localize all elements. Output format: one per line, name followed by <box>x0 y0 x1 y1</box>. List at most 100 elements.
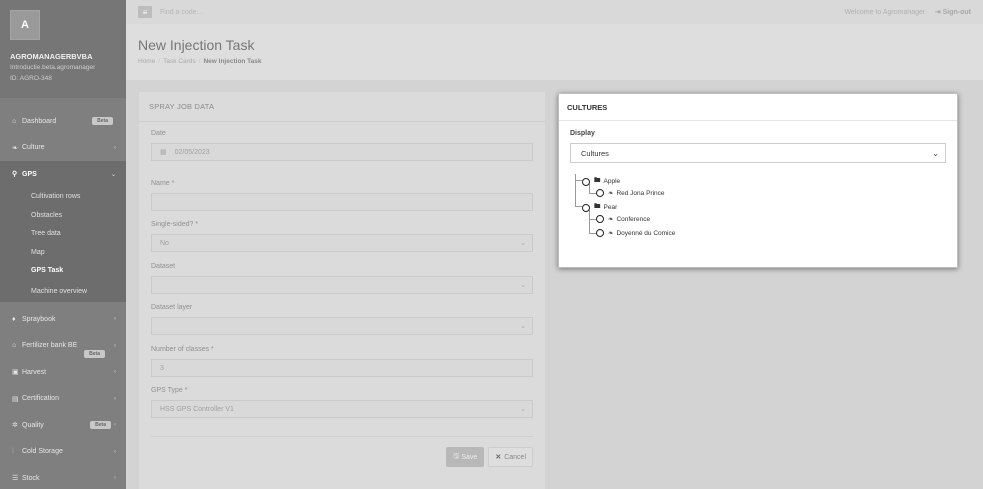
tree-node-label: Conference <box>616 215 651 223</box>
quality-icon: ✲ <box>12 422 18 430</box>
tree-node-label: Pear <box>603 204 618 211</box>
sidebar-nav: ⌂ Dashboard Beta ❧ Culture ‹ ⚲ GPS ⌄ Cul… <box>0 98 126 489</box>
tree-node-radio[interactable] <box>582 177 590 186</box>
sign-out-label: Sign-out <box>942 9 971 16</box>
company-name: AGROMANAGERBVBA <box>10 52 93 61</box>
gps-type-value: HSS GPS Controller V1 <box>160 405 234 413</box>
date-field: Date ▦ 02/05/2023 <box>151 130 533 161</box>
save-button[interactable]: 🖫 Save <box>446 447 485 467</box>
chevron-down-icon: ⌄ <box>520 323 526 330</box>
chevron-down-icon: ⌄ <box>520 282 526 289</box>
sidebar: A AGROMANAGERBVBA Introductie.beta.agrom… <box>0 0 126 489</box>
dataset-layer-field: Dataset layer ⌄ <box>151 304 533 335</box>
classes-input[interactable]: 3 <box>151 359 533 377</box>
name-field: Name * <box>151 180 533 211</box>
sidebar-subitem-cultivation-rows[interactable]: Cultivation rows <box>0 187 126 206</box>
sign-out-link[interactable]: ⇥ Sign-out <box>935 8 971 16</box>
tree-node-conference[interactable]: ❧ Conference <box>596 215 650 223</box>
search-input[interactable]: Find a code... <box>160 9 844 16</box>
sidebar-item-stock[interactable]: ☰ Stock ‹ <box>0 465 126 489</box>
tree-node-radio[interactable] <box>596 189 604 197</box>
sidebar-subitem-obstacles[interactable]: Obstacles <box>0 206 126 225</box>
sidebar-subitem-machine-overview[interactable]: Machine overview <box>0 280 126 302</box>
save-icon: 🖫 <box>453 452 460 460</box>
name-label: Name * <box>151 180 175 187</box>
classes-label: Number of classes * <box>151 346 214 353</box>
company-id: ID: AGRO-348 <box>10 75 52 82</box>
display-label: Display <box>570 130 595 137</box>
tree-node-radio[interactable] <box>596 229 604 237</box>
sidebar-subitem-gps-task[interactable]: GPS Task <box>0 261 126 280</box>
leaf-icon: ❧ <box>608 216 614 223</box>
tree-node-radio[interactable] <box>582 203 590 212</box>
sidebar-item-label: Cold Storage <box>22 448 63 456</box>
form-actions: 🖫 Save ✕ Cancel <box>446 447 533 467</box>
sidebar-item-harvest[interactable]: ▣ Harvest ‹ <box>0 359 126 386</box>
sidebar-item-label: Spraybook <box>22 315 56 323</box>
harvest-icon: ▣ <box>12 369 19 377</box>
cancel-button[interactable]: ✕ Cancel <box>488 447 533 467</box>
tree-node-label: Red Jona Prince <box>616 189 665 197</box>
map-marker-icon: ⚲ <box>12 171 18 179</box>
spray-job-card: SPRAY JOB DATA Date ▦ 02/05/2023 Name * … <box>139 92 545 489</box>
sidebar-item-dashboard[interactable]: ⌂ Dashboard Beta <box>0 108 126 135</box>
sidebar-item-label: Harvest <box>22 368 47 376</box>
gps-type-select[interactable]: HSS GPS Controller V1 ⌄ <box>151 400 533 418</box>
leaf-icon: ❧ <box>12 144 18 152</box>
tree-node-doyenne-du-comice[interactable]: ❧ Doyenné du Comice <box>596 229 675 237</box>
tree-node-pear[interactable]: 🖿 Pear <box>582 202 617 213</box>
dataset-layer-select[interactable]: ⌄ <box>151 317 533 335</box>
single-sided-select[interactable]: No ⌄ <box>151 234 533 252</box>
display-select[interactable]: Cultures ⌄ <box>570 143 946 163</box>
certificate-icon: ▤ <box>12 395 19 403</box>
sidebar-subitem-tree-data[interactable]: Tree data <box>0 224 126 243</box>
chevron-down-icon: ⌄ <box>520 406 526 413</box>
page-title: New Injection Task <box>138 37 255 53</box>
sidebar-item-certification[interactable]: ▤ Certification ‹ <box>0 386 126 413</box>
tree-node-radio[interactable] <box>596 215 604 223</box>
list-icon: ☰ <box>12 475 19 483</box>
date-value: 02/05/2023 <box>174 148 210 156</box>
sidebar-item-gps[interactable]: ⚲ GPS ⌄ <box>0 161 126 188</box>
tree-node-apple[interactable]: 🖿 Apple <box>582 176 620 187</box>
leaf-icon: ❧ <box>608 230 614 237</box>
dataset-select[interactable]: ⌄ <box>151 276 533 294</box>
close-icon: ✕ <box>495 454 502 461</box>
calendar-icon: ▦ <box>160 149 167 156</box>
form-divider <box>151 436 533 437</box>
tree-node-label: Apple <box>603 178 621 185</box>
cultures-title: CULTURES <box>559 94 957 121</box>
date-input[interactable]: ▦ 02/05/2023 <box>151 143 533 161</box>
sidebar-item-label: GPS <box>22 170 37 178</box>
sidebar-item-culture[interactable]: ❧ Culture ‹ <box>0 135 126 162</box>
chevron-left-icon: ‹ <box>114 422 116 429</box>
name-input[interactable] <box>151 193 533 211</box>
home-icon: ⌂ <box>12 117 17 125</box>
chevron-left-icon: ‹ <box>114 448 116 455</box>
dataset-field: Dataset ⌄ <box>151 263 533 294</box>
breadcrumb-home[interactable]: Home <box>138 58 155 65</box>
breadcrumb-task-cards[interactable]: Task Cards <box>163 58 196 65</box>
thermometer-icon: ⫶ <box>12 447 14 455</box>
gps-type-label: GPS Type * <box>151 387 188 394</box>
save-label: Save <box>461 453 478 461</box>
sidebar-item-spraybook[interactable]: ♦ Spraybook ‹ <box>0 306 126 333</box>
avatar[interactable]: A <box>10 10 40 40</box>
hamburger-menu-button[interactable]: ≡ <box>138 6 152 18</box>
gps-type-field: GPS Type * HSS GPS Controller V1 ⌄ <box>151 387 533 418</box>
display-value: Cultures <box>581 148 609 158</box>
chevron-down-icon: ⌄ <box>520 240 526 247</box>
page-header: New Injection Task Home / Task Cards / New I… <box>126 24 983 80</box>
chevron-left-icon: ‹ <box>114 369 116 376</box>
spray-card-title: SPRAY JOB DATA <box>139 92 545 122</box>
sidebar-item-label: Culture <box>22 144 45 152</box>
sidebar-subitem-map[interactable]: Map <box>0 243 126 262</box>
sidebar-item-fertilizer-bank[interactable]: ⌂ Fertilizer bank BE ‹ Beta <box>0 333 126 360</box>
breadcrumb-current: New Injection Task <box>203 58 262 65</box>
tree-node-red-jona-prince[interactable]: ❧ Red Jona Prince <box>596 189 665 197</box>
sidebar-item-quality[interactable]: ✲ Quality Beta ‹ <box>0 412 126 439</box>
beta-badge: Beta <box>90 421 111 430</box>
sidebar-item-label: Quality <box>22 421 44 429</box>
sidebar-item-cold-storage[interactable]: ⫶ Cold Storage ‹ <box>0 439 126 466</box>
dataset-label: Dataset <box>151 263 176 270</box>
